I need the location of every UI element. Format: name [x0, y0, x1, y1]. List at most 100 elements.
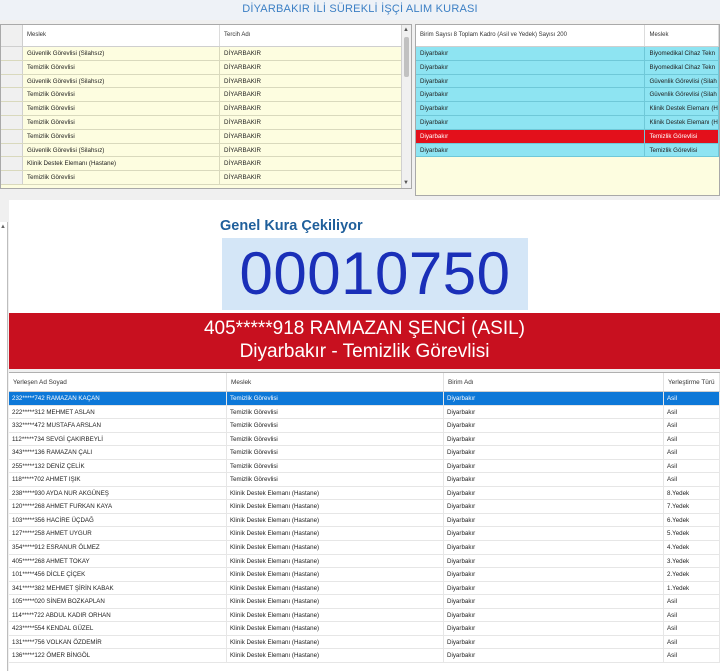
- cell-meslek: Klinik Destek Elemanı (H: [645, 102, 719, 115]
- unit-quota-row[interactable]: Diyarbakır Temizlik Görevlisi: [416, 129, 719, 144]
- placement-row[interactable]: 255*****132 DENİZ ÇELİK Temizlik Görevlis…: [9, 459, 720, 474]
- scroll-up-icon[interactable]: ▲: [0, 224, 6, 230]
- preference-grid-scrollbar[interactable]: ▲ ▼: [401, 25, 411, 188]
- preference-row[interactable]: Klinik Destek Elemanı (Hastane) DİYARBAKI…: [1, 157, 411, 172]
- placement-row[interactable]: 354*****912 ESRANUR ÖLMEZ Klinik Destek E…: [9, 541, 720, 555]
- placement-row[interactable]: 423*****554 KENDAL GÜZEL Klinik Destek El…: [9, 622, 720, 636]
- cell-birim: Diyarbakır: [416, 74, 646, 88]
- placement-row[interactable]: 120*****268 AHMET FURKAN KAYA Klinik Dest…: [9, 500, 720, 514]
- cell-yerlestirme-turu: Asil: [664, 635, 720, 649]
- scroll-thumb[interactable]: [404, 37, 409, 77]
- row-indicator: [1, 74, 23, 88]
- cell-meslek: Temizlik Görevlisi: [23, 129, 220, 143]
- cell-meslek: Klinik Destek Elemanı (Hastane): [227, 486, 444, 500]
- unit-quota-grid[interactable]: Birim Sayısı 8 Toplam Kadro (Asil ve Yed…: [415, 24, 720, 196]
- preference-row[interactable]: Güvenlik Görevlisi (Silahsız) DİYARBAKIR: [1, 74, 411, 89]
- scroll-down-icon[interactable]: ▼: [403, 180, 409, 186]
- cell-yerlestirme-turu: 4.Yedek: [664, 541, 720, 554]
- placement-row[interactable]: 232*****742 RAMAZAN KAÇAN Temizlik Görevl…: [9, 392, 720, 406]
- cell-meslek: Klinik Destek Elemanı (Hastane): [227, 622, 444, 635]
- cell-birim: Diyarbakır: [416, 115, 646, 129]
- cell-birim-adi: Diyarbakır: [444, 513, 664, 527]
- placement-row[interactable]: 101*****456 DİCLE ÇİÇEK Klinik Destek Ele…: [9, 568, 720, 582]
- unit-quota-row[interactable]: Diyarbakır Klinik Destek Elemanı (H: [416, 115, 719, 130]
- cell-birim-adi: Diyarbakır: [444, 581, 664, 595]
- cell-ad-soyad: 105*****020 SİNEM BOZKAPLAN: [9, 595, 227, 608]
- placement-row[interactable]: 341*****382 MEHMET ŞİRİN KABAK Klinik Des…: [9, 581, 720, 596]
- placement-row[interactable]: 103*****356 HACİRE ÜÇDAĞ Klinik Destek El…: [9, 513, 720, 528]
- cell-meslek: Temizlik Görevlisi: [227, 446, 444, 459]
- cell-birim: Diyarbakır: [416, 88, 646, 102]
- preference-row[interactable]: Temizlik Görevlisi DİYARBAKIR: [1, 171, 411, 185]
- preference-row[interactable]: Temizlik Görevlisi DİYARBAKIR: [1, 88, 411, 103]
- unit-quota-row[interactable]: Diyarbakır Biyomedikal Cihaz Tekn: [416, 60, 719, 75]
- app-window: DİYARBAKIR İLİ SÜREKLİ İŞÇİ ALIM KURASI …: [0, 0, 720, 671]
- cell-yerlestirme-turu: Asil: [664, 392, 720, 405]
- unit-quota-row[interactable]: Diyarbakır Güvenlik Görevlisi (Silah: [416, 74, 719, 89]
- preference-row[interactable]: Güvenlik Görevlisi (Silahsız) DİYARBAKIR: [1, 47, 411, 61]
- cell-tercih-adi: DİYARBAKIR: [220, 115, 403, 129]
- placement-row[interactable]: 131*****756 VOLKAN ÖZDEMİR Klinik Destek …: [9, 635, 720, 650]
- column-header-birim-adi[interactable]: Birim Adı: [444, 373, 664, 391]
- column-header-ad-soyad[interactable]: Yerleşen Ad Soyad: [9, 373, 227, 391]
- cell-birim-adi: Diyarbakır: [444, 541, 664, 554]
- cell-meslek: Klinik Destek Elemanı (Hastane): [227, 568, 444, 581]
- cell-ad-soyad: 354*****912 ESRANUR ÖLMEZ: [9, 541, 227, 554]
- cell-meslek: Temizlik Görevlisi: [23, 60, 220, 74]
- cell-meslek: Temizlik Görevlisi: [227, 473, 444, 486]
- preference-row[interactable]: Temizlik Görevlisi DİYARBAKIR: [1, 129, 411, 144]
- cell-ad-soyad: 120*****268 AHMET FURKAN KAYA: [9, 500, 227, 513]
- placement-row[interactable]: 136*****122 ÖMER BİNGÖL Klinik Destek Ele…: [9, 649, 720, 663]
- cell-birim-adi: Diyarbakır: [444, 554, 664, 568]
- column-header-meslek[interactable]: Meslek: [645, 25, 719, 46]
- placement-row[interactable]: 112*****734 SEVGİ ÇAKIRBEYLİ Temizlik Gör…: [9, 432, 720, 447]
- cell-yerlestirme-turu: Asil: [664, 405, 720, 419]
- unit-quota-row[interactable]: Diyarbakır Klinik Destek Elemanı (H: [416, 102, 719, 116]
- cell-birim-adi: Diyarbakır: [444, 446, 664, 459]
- placement-row[interactable]: 238*****930 AYDA NUR AKGÜNEŞ Klinik Deste…: [9, 486, 720, 501]
- cell-meslek: Güvenlik Görevlisi (Silahsız): [23, 143, 220, 157]
- cell-birim-adi: Diyarbakır: [444, 595, 664, 608]
- scroll-up-icon[interactable]: ▲: [403, 27, 409, 33]
- cell-birim-adi: Diyarbakır: [444, 622, 664, 635]
- unit-quota-row[interactable]: Diyarbakır Temizlik Görevlisi: [416, 143, 719, 158]
- column-header-yerlestirme-turu[interactable]: Yerleştirme Türü: [664, 373, 720, 391]
- cell-birim-adi: Diyarbakır: [444, 473, 664, 486]
- cell-tercih-adi: DİYARBAKIR: [220, 47, 403, 60]
- preference-row[interactable]: Güvenlik Görevlisi (Silahsız) DİYARBAKIR: [1, 143, 411, 158]
- column-header-meslek[interactable]: Meslek: [23, 25, 220, 46]
- placement-results-grid[interactable]: Yerleşen Ad Soyad Meslek Birim Adı Yerle…: [9, 372, 720, 671]
- cell-meslek: Klinik Destek Elemanı (Hastane): [227, 500, 444, 513]
- preference-row[interactable]: Temizlik Görevlisi DİYARBAKIR: [1, 115, 411, 130]
- column-header-tercih-adi[interactable]: Tercih Adı: [220, 25, 403, 46]
- cell-birim: Diyarbakır: [416, 47, 646, 60]
- cell-ad-soyad: 103*****356 HACİRE ÜÇDAĞ: [9, 513, 227, 527]
- cell-birim-adi: Diyarbakır: [444, 419, 664, 432]
- preference-row[interactable]: Temizlik Görevlisi DİYARBAKIR: [1, 102, 411, 116]
- placement-row[interactable]: 118*****702 AHMET IŞIK Temizlik Görevlisi…: [9, 473, 720, 487]
- preference-row[interactable]: Temizlik Görevlisi DİYARBAKIR: [1, 60, 411, 75]
- unit-quota-row[interactable]: Diyarbakır Güvenlik Görevlisi (Silah: [416, 88, 719, 103]
- cell-meslek: Klinik Destek Elemanı (Hastane): [227, 649, 444, 662]
- placement-row[interactable]: 343*****136 RAMAZAN ÇALI Temizlik Görevli…: [9, 446, 720, 460]
- placement-row[interactable]: 405*****268 AHMET TOKAY Klinik Destek Ele…: [9, 554, 720, 569]
- preference-grid[interactable]: Meslek Tercih Adı Güvenlik Görevlisi (Si…: [0, 24, 412, 189]
- placement-row[interactable]: 127*****258 AHMET UYGUR Klinik Destek Ele…: [9, 527, 720, 542]
- cell-meslek: Temizlik Görevlisi: [23, 171, 220, 184]
- placement-row[interactable]: 222*****312 MEHMET ASLAN Temizlik Görevli…: [9, 405, 720, 420]
- cell-birim-adi: Diyarbakır: [444, 432, 664, 446]
- placement-row[interactable]: 105*****020 SİNEM BOZKAPLAN Klinik Destek…: [9, 595, 720, 609]
- row-indicator: [1, 171, 23, 184]
- column-header-birim[interactable]: Birim Sayısı 8 Toplam Kadro (Asil ve Yed…: [416, 25, 646, 46]
- unit-quota-row[interactable]: Diyarbakır Biyomedikal Cihaz Tekn: [416, 47, 719, 61]
- draw-number: 00010750: [239, 240, 511, 307]
- unit-quota-grid-header: Birim Sayısı 8 Toplam Kadro (Asil ve Yed…: [416, 25, 719, 47]
- cell-meslek: Güvenlik Görevlisi (Silahsız): [23, 74, 220, 88]
- cell-tercih-adi: DİYARBAKIR: [220, 129, 403, 143]
- column-header-meslek[interactable]: Meslek: [227, 373, 444, 391]
- cell-ad-soyad: 423*****554 KENDAL GÜZEL: [9, 622, 227, 635]
- placement-grid-header: Yerleşen Ad Soyad Meslek Birim Adı Yerle…: [9, 373, 720, 392]
- placement-row[interactable]: 332*****472 MUSTAFA ARSLAN Temizlik Görev…: [9, 419, 720, 433]
- cell-meslek: Klinik Destek Elemanı (Hastane): [227, 581, 444, 595]
- placement-row[interactable]: 114*****722 ABDUL KADIR ORHAN Klinik Dest…: [9, 608, 720, 623]
